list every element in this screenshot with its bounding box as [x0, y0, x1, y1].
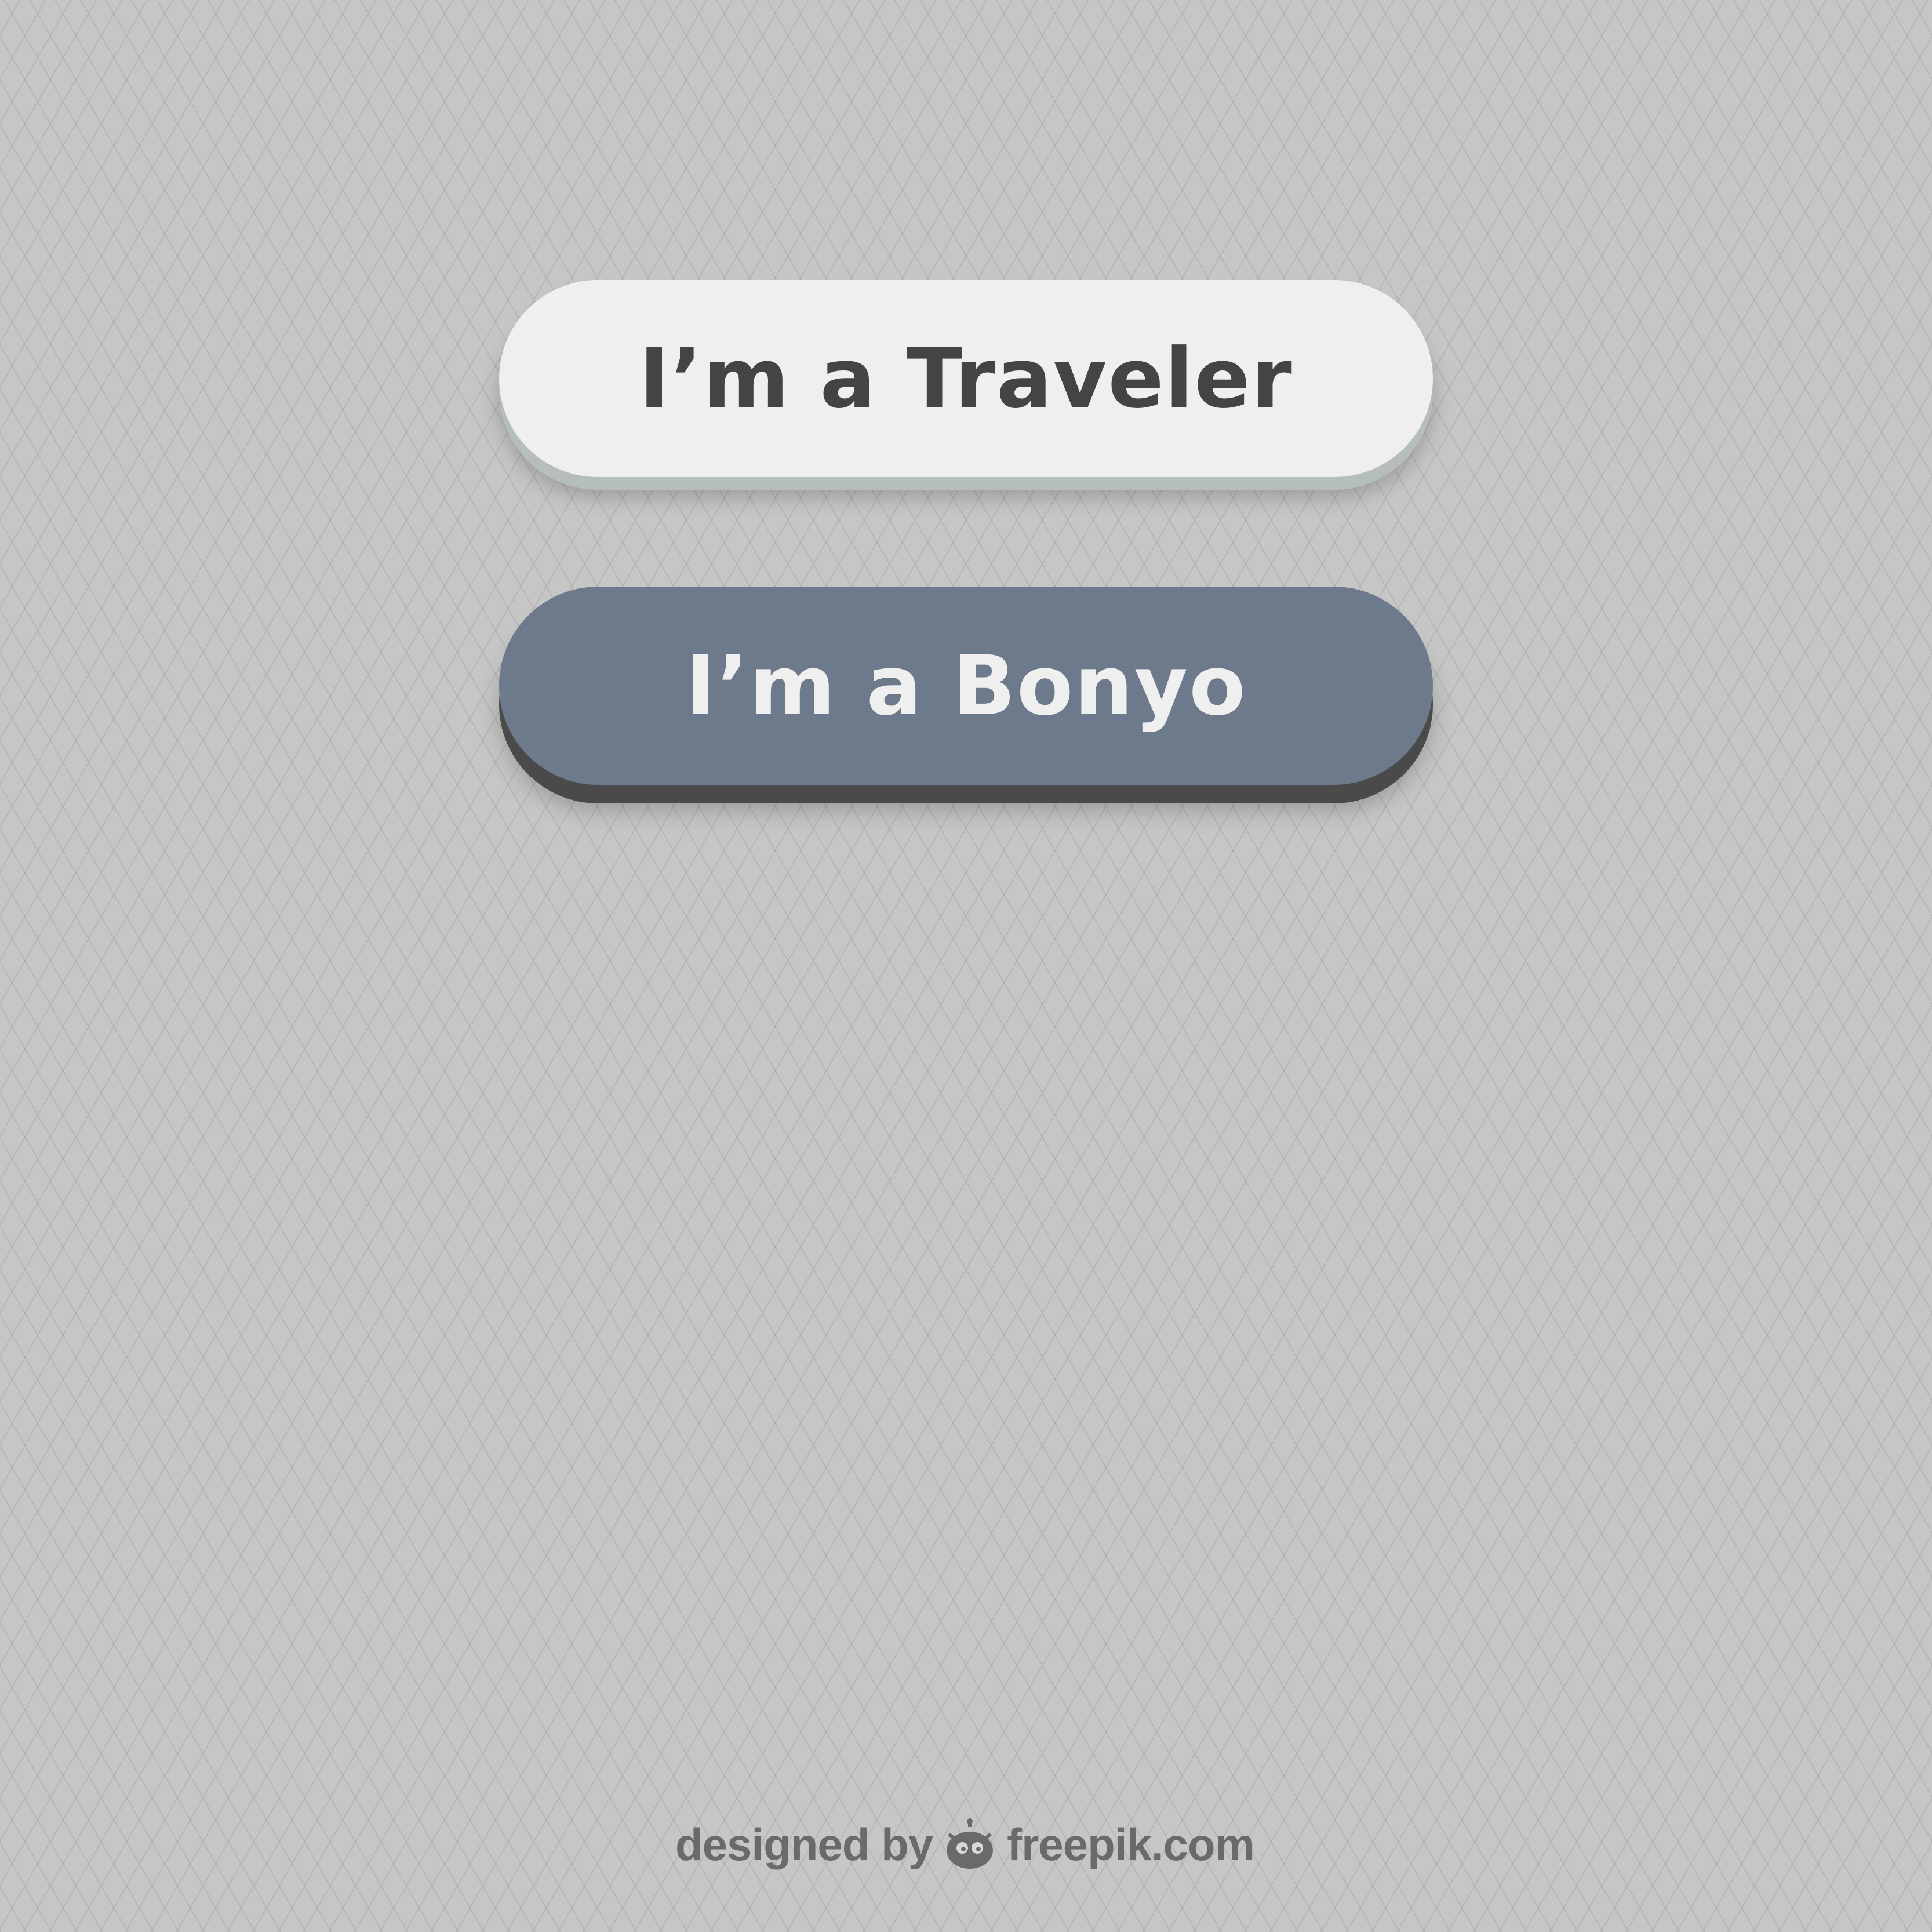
bonyo-button-label: I’m a Bonyo: [685, 638, 1247, 734]
credit-brand: freepik.com: [1007, 1818, 1255, 1870]
credit-prefix: designed by: [675, 1818, 933, 1870]
freepik-credit: designed by freepik.com: [675, 1814, 1255, 1875]
traveler-button[interactable]: I’m a Traveler: [499, 280, 1433, 477]
freepik-logo-icon: [943, 1818, 996, 1871]
traveler-button-label: I’m a Traveler: [639, 330, 1293, 427]
bonyo-button[interactable]: I’m a Bonyo: [499, 587, 1433, 785]
